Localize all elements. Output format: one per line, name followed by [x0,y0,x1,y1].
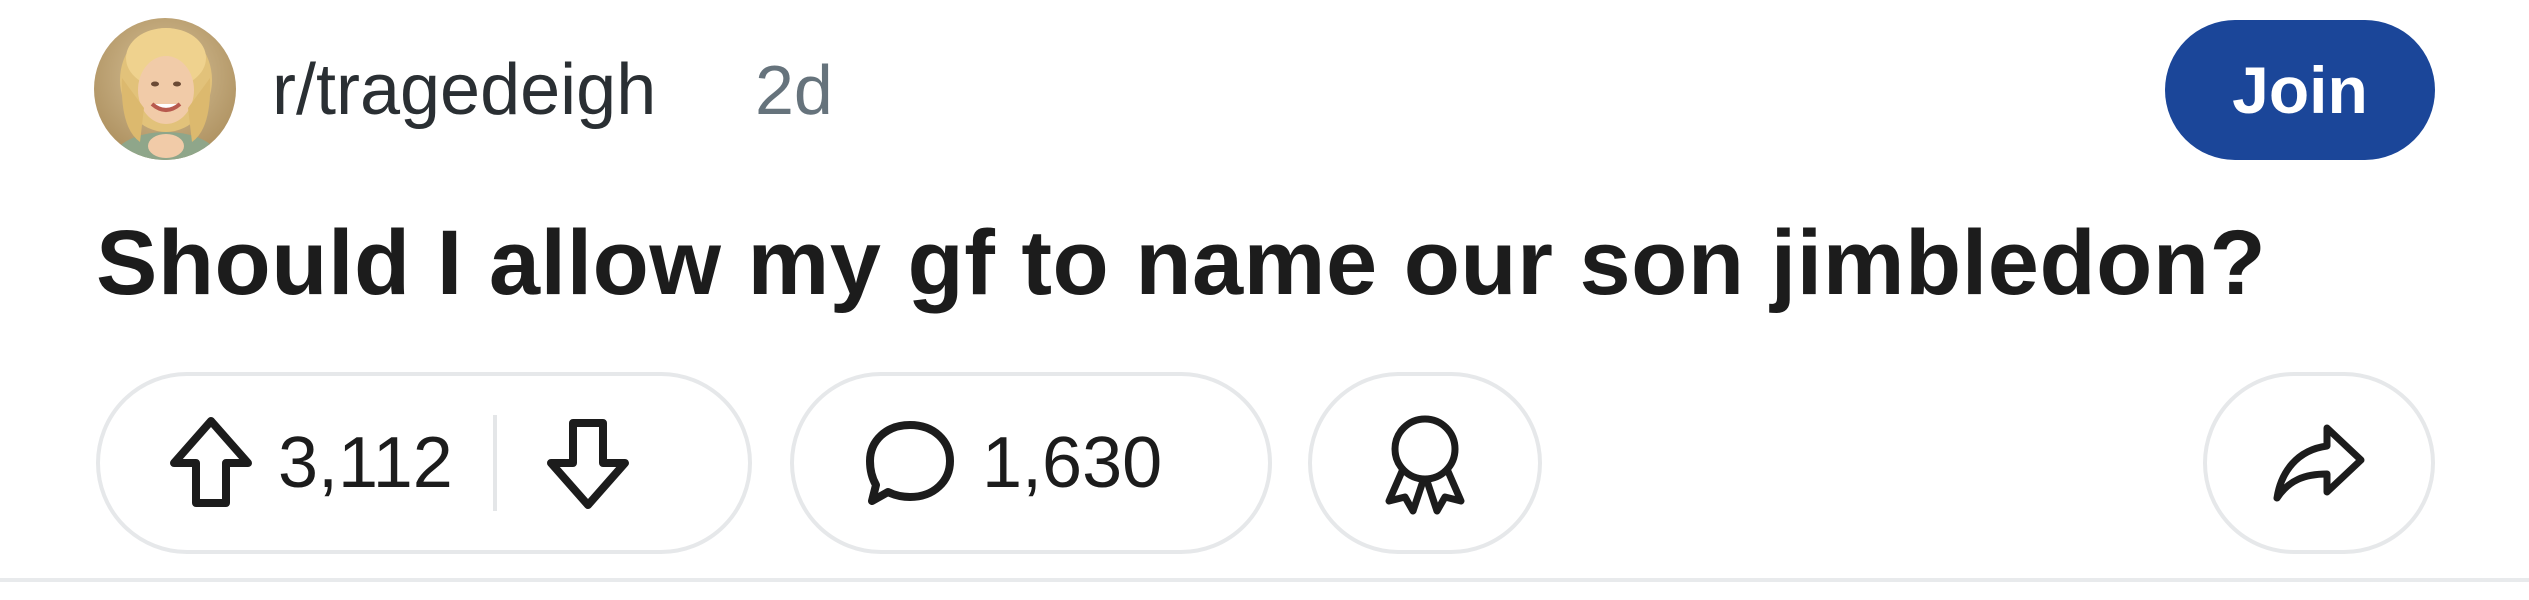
comments-button[interactable]: 1,630 [790,372,1272,554]
share-button[interactable] [2203,372,2435,554]
share-icon-wrap [2269,418,2369,508]
vote-divider [492,415,497,511]
award-icon-wrap [1375,407,1475,519]
upvote-button[interactable] [166,413,256,513]
post-age: 2d [755,51,833,129]
avatar-image [94,18,236,160]
speech-bubble-icon [866,421,954,505]
downvote-button[interactable] [543,413,633,513]
arrow-down-outline-icon [546,419,629,509]
vote-bar: 3,112 [96,372,752,554]
vote-score: 3,112 [278,423,453,503]
post-title[interactable]: Should I allow my gf to name our son jim… [96,208,2266,318]
comment-icon-wrap [862,415,958,511]
post-card: r/tragedeigh 2d Join Should I allow my g… [0,0,2529,600]
subreddit-name[interactable]: r/tragedeigh [272,50,656,130]
arrow-up-outline-icon [170,417,252,507]
join-button[interactable]: Join [2165,20,2435,160]
award-ribbon-icon [1385,415,1465,515]
post-separator [0,578,2529,582]
award-button[interactable] [1308,372,1542,554]
subreddit-avatar[interactable] [94,18,236,160]
share-arrow-icon [2273,424,2365,502]
comment-count: 1,630 [982,423,1163,503]
